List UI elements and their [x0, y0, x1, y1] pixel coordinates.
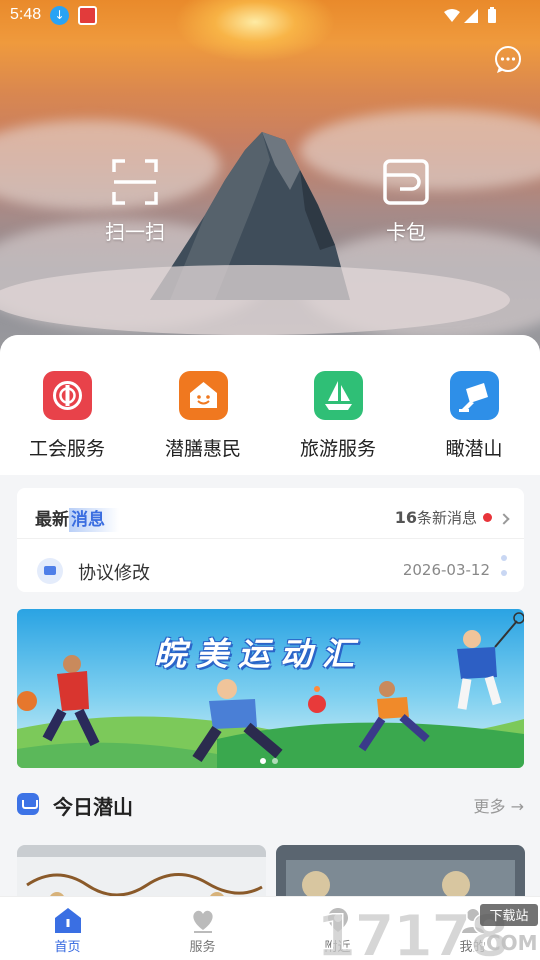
service-icon — [188, 906, 218, 934]
news-count[interactable]: 16条新消息 — [394, 507, 510, 528]
download-icon: ↓ — [50, 6, 69, 25]
signal-battery-icon — [444, 7, 496, 23]
news-count-text: 条新消息 — [416, 509, 477, 527]
messenger-icon — [17, 793, 39, 815]
news-item-date: 2026-03-12 — [402, 561, 490, 579]
scan-icon — [112, 159, 158, 205]
promo-banner[interactable]: 皖美运动汇 — [17, 609, 524, 768]
hero-banner: 5:48 ↓ 扫一扫 卡包 — [0, 0, 540, 360]
wallet-icon — [383, 159, 429, 205]
tab-home[interactable]: 首页 — [0, 897, 135, 960]
wallet-label: 卡包 — [386, 220, 426, 244]
message-icon — [37, 558, 63, 584]
news-title: 最新 消息 — [35, 505, 119, 532]
status-time: 5:48 — [10, 6, 42, 23]
tab-service-label: 服务 — [189, 940, 216, 955]
tab-home-label: 首页 — [54, 940, 81, 955]
house-smile-icon — [178, 371, 228, 420]
today-section-header: 今日潜山 更多 → — [17, 789, 524, 819]
unread-dot-icon — [483, 513, 492, 522]
home-icon — [53, 906, 83, 934]
news-pager-dots — [501, 555, 507, 585]
svg-text:.COM: .COM — [478, 931, 537, 955]
service-travel[interactable]: 旅游服务 — [278, 371, 398, 461]
service-grid: 工会服务 潜膳惠民 旅游服务 瞰潜山 — [0, 335, 540, 475]
service-view-qianshan[interactable]: 瞰潜山 — [414, 371, 534, 461]
chat-bubble-icon[interactable] — [493, 45, 523, 75]
service-food-label: 潜膳惠民 — [164, 438, 241, 460]
main-content: 工会服务 潜膳惠民 旅游服务 瞰潜山 最新 消息 16条新消息 协议修改 202… — [0, 335, 540, 960]
camera-icon — [449, 371, 499, 420]
service-travel-label: 旅游服务 — [299, 438, 376, 460]
service-food[interactable]: 潜膳惠民 — [143, 371, 263, 461]
more-label: 更多 — [473, 797, 506, 816]
carousel-dots — [257, 749, 281, 768]
service-union[interactable]: 工会服务 — [7, 371, 127, 461]
scan-button[interactable]: 扫一扫 — [80, 158, 190, 245]
wallet-button[interactable]: 卡包 — [351, 158, 461, 245]
news-title-prefix: 最新 — [35, 510, 69, 530]
divider — [17, 538, 524, 539]
status-bar: 5:48 ↓ — [0, 0, 540, 32]
news-item-title[interactable]: 协议修改 — [78, 559, 150, 585]
scan-label: 扫一扫 — [105, 220, 165, 244]
app-notification-icon — [78, 6, 97, 25]
service-union-label: 工会服务 — [28, 438, 105, 460]
news-title-highlight: 消息 — [69, 508, 119, 532]
union-icon — [42, 371, 92, 420]
svg-text:下载站: 下载站 — [489, 909, 528, 924]
chevron-right-icon — [498, 513, 510, 525]
more-link[interactable]: 更多 → — [473, 793, 524, 817]
news-count-number: 16 — [394, 508, 417, 527]
today-title: 今日潜山 — [53, 795, 133, 819]
service-view-label: 瞰潜山 — [445, 438, 503, 460]
sailboat-icon — [313, 371, 363, 420]
tab-service[interactable]: 服务 — [135, 897, 270, 960]
watermark-logo: 17178 下载站 .COM — [315, 901, 538, 960]
latest-news-card[interactable]: 最新 消息 16条新消息 协议修改 2026-03-12 — [17, 488, 524, 592]
banner-title: 皖美运动汇 — [154, 635, 365, 673]
